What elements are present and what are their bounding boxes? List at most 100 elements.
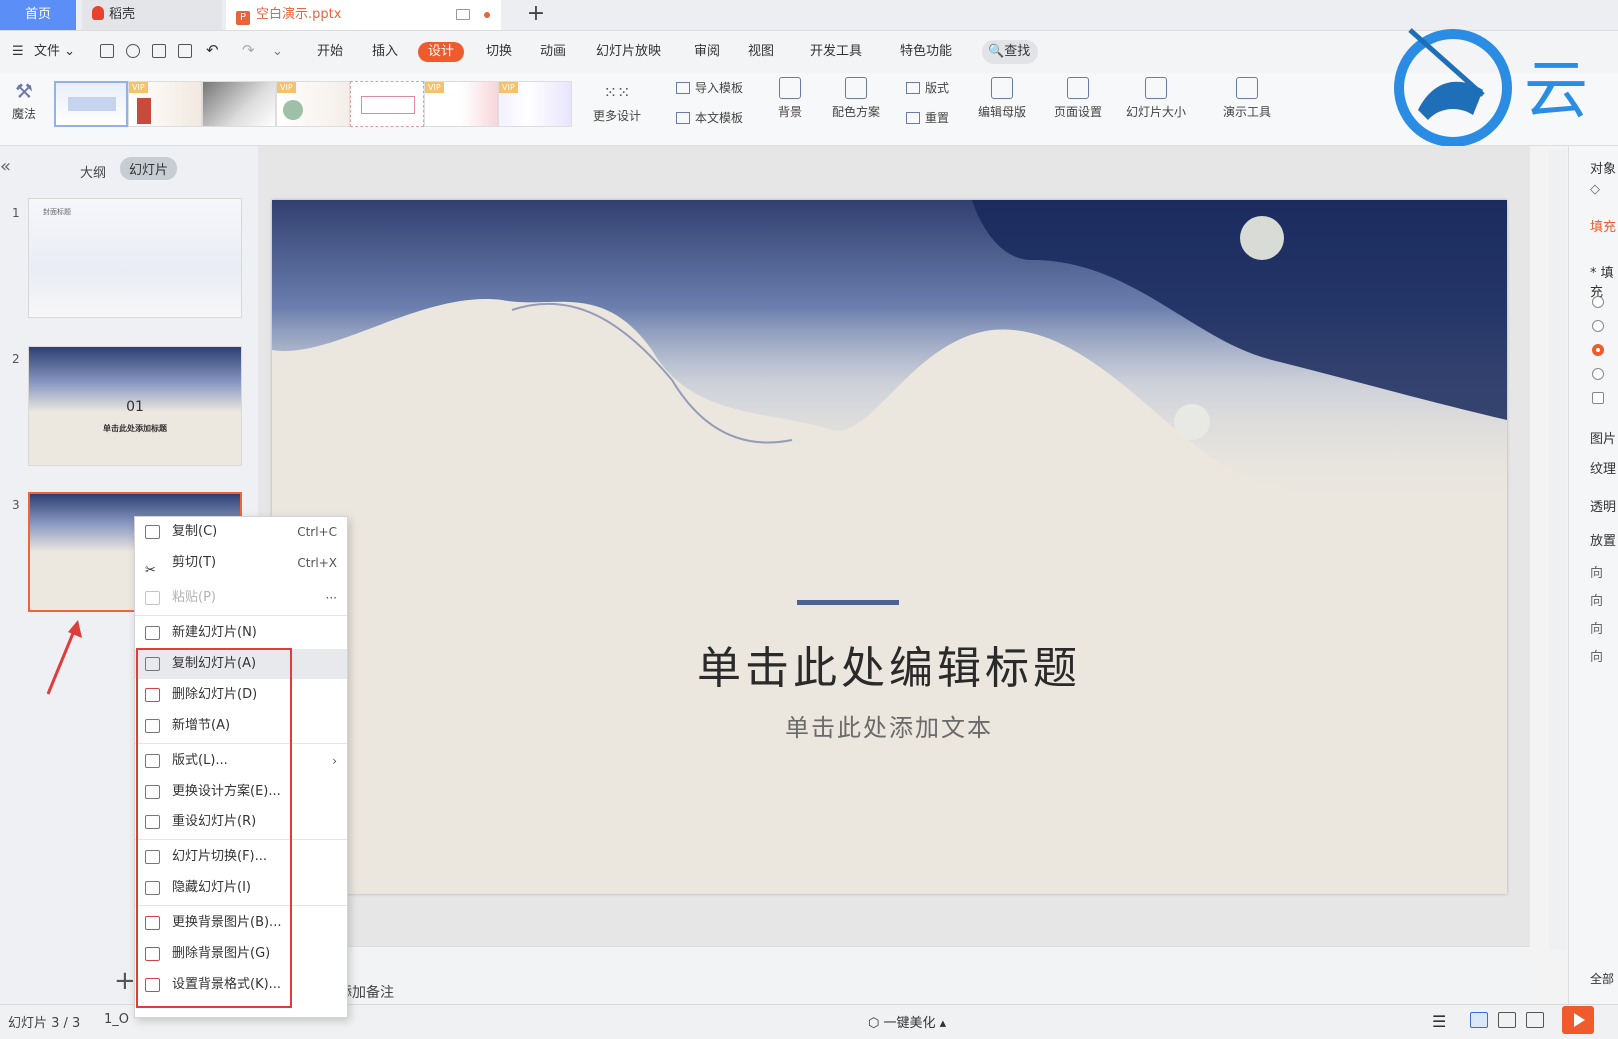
menu-view[interactable]: 视图: [748, 43, 774, 61]
slide-title[interactable]: 单击此处编辑标题: [304, 632, 1474, 696]
customize-chevron-icon[interactable]: ⌄: [272, 43, 283, 61]
menu-file[interactable]: 文件 ⌄: [34, 43, 75, 61]
slide-sorter-icon[interactable]: [1498, 1012, 1516, 1028]
menu-item-new-section[interactable]: 新增节(A): [135, 711, 347, 741]
menu-special[interactable]: 特色功能: [900, 43, 952, 61]
magic-button[interactable]: ⚒ 魔法: [6, 79, 42, 122]
slide-thumbnail-2[interactable]: 01 单击此处添加标题: [28, 346, 242, 466]
notes-toggle-icon[interactable]: ☰: [1432, 1012, 1450, 1031]
menu-developer[interactable]: 开发工具: [810, 43, 862, 61]
this-template-button[interactable]: 本文模板: [676, 109, 743, 127]
menu-item-change-design[interactable]: 更换设计方案(E)...: [135, 777, 347, 807]
menu-item-cut[interactable]: ✂ 剪切(T) Ctrl+X: [135, 548, 347, 578]
reading-view-icon[interactable]: [1526, 1012, 1544, 1028]
tab-daoke[interactable]: 稻壳: [82, 0, 222, 30]
menu-item-new-slide[interactable]: 新建幻灯片(N): [135, 618, 347, 648]
tab-home[interactable]: 首页: [0, 0, 76, 30]
menu-item-slide-transition[interactable]: 幻灯片切换(F)...: [135, 842, 347, 872]
new-tab-button[interactable]: +: [524, 0, 548, 30]
menu-transition[interactable]: 切换: [486, 43, 512, 61]
current-slide[interactable]: 单击此处编辑标题 单击此处添加文本: [272, 200, 1507, 894]
redo-icon[interactable]: ↷: [242, 41, 255, 59]
watermark-logo: 云: [1394, 28, 1588, 147]
fill-radio[interactable]: [1592, 296, 1604, 308]
search-button[interactable]: 🔍查找: [982, 40, 1039, 64]
template-thumbnail[interactable]: VIP: [276, 81, 350, 127]
menu-item-label: 复制幻灯片(A): [172, 656, 257, 671]
menu-review[interactable]: 审阅: [694, 43, 720, 61]
menu-home[interactable]: 开始: [317, 43, 343, 61]
menu-item-change-background-image[interactable]: 更换背景图片(B)...: [135, 908, 347, 938]
tab-outline[interactable]: 大纲: [80, 162, 106, 181]
menu-item-label: 幻灯片切换(F)...: [172, 849, 268, 864]
vip-badge: VIP: [425, 82, 444, 93]
magic-wand-icon: ⚒: [15, 79, 33, 103]
fill-radio[interactable]: [1592, 320, 1604, 332]
menu-item-delete-background-image[interactable]: 删除背景图片(G): [135, 939, 347, 969]
menu-item-format-background[interactable]: 设置背景格式(K)...: [135, 970, 347, 1000]
save-icon[interactable]: [100, 44, 114, 58]
menu-item-layout[interactable]: 版式(L)... ›: [135, 746, 347, 776]
slide-thumbnail-1[interactable]: 封面标题: [28, 198, 242, 318]
fill-checkbox[interactable]: [1592, 392, 1604, 404]
print-icon[interactable]: [152, 44, 166, 58]
import-template-icon: [676, 82, 690, 94]
menu-item-hide-slide[interactable]: 隐藏幻灯片(I): [135, 873, 347, 903]
presentation-tools-icon: [1236, 77, 1258, 99]
collapse-panel-icon[interactable]: «: [0, 156, 18, 177]
fill-radio-selected[interactable]: [1592, 344, 1604, 356]
more-design-button[interactable]: ⁙⁙ 更多设计: [588, 83, 646, 124]
import-template-button[interactable]: 导入模板: [676, 79, 743, 97]
tab-document-label: 空白演示.pptx: [256, 7, 342, 22]
menu-item-copy[interactable]: 复制(C) Ctrl+C: [135, 517, 347, 547]
color-scheme-button[interactable]: 配色方案: [820, 77, 892, 120]
menu-item-reset-slide[interactable]: 重设幻灯片(R): [135, 807, 347, 837]
apply-all-button[interactable]: 全部: [1590, 970, 1614, 987]
logo-text: 云: [1524, 54, 1588, 128]
tab-document[interactable]: P 空白演示.pptx: [226, 0, 501, 30]
add-slide-button[interactable]: +: [114, 966, 136, 996]
canvas-scrollbar[interactable]: [1549, 150, 1567, 950]
template-thumbnail[interactable]: [202, 81, 276, 127]
normal-view-icon[interactable]: [1470, 1012, 1488, 1028]
menu-design[interactable]: 设计: [418, 42, 465, 62]
edit-master-button[interactable]: 编辑母版: [972, 77, 1032, 120]
play-slideshow-button[interactable]: [1562, 1006, 1594, 1034]
background-icon: [779, 77, 801, 99]
template-thumbnail[interactable]: VIP: [424, 81, 498, 127]
menu-item-duplicate-slide[interactable]: 复制幻灯片(A): [135, 649, 347, 679]
tab-slides[interactable]: 幻灯片: [120, 157, 178, 180]
slide-size-button[interactable]: 幻灯片大小: [1116, 77, 1196, 120]
page-setup-icon: [1067, 77, 1089, 99]
template-thumbnail[interactable]: VIP: [128, 81, 202, 127]
layout-button[interactable]: 版式: [906, 79, 949, 97]
monitor-icon[interactable]: [456, 9, 470, 20]
menu-animation[interactable]: 动画: [540, 43, 566, 61]
template-thumbnail[interactable]: VIP: [498, 81, 572, 127]
title-accent-bar: [797, 600, 899, 605]
slide-subtitle[interactable]: 单击此处添加文本: [304, 708, 1474, 743]
menu-item-label: 新增节(A): [172, 718, 231, 733]
template-thumbnail[interactable]: [350, 81, 424, 127]
presentation-tools-button[interactable]: 演示工具: [1212, 77, 1282, 120]
menu-item-delete-slide[interactable]: 删除幻灯片(D): [135, 680, 347, 710]
format-painter-icon[interactable]: [126, 44, 140, 58]
vip-badge: VIP: [129, 82, 148, 93]
undo-icon[interactable]: ↶: [206, 41, 219, 59]
reset-button[interactable]: 重置: [906, 109, 949, 127]
beautify-button[interactable]: ⬡ 一键美化 ▴: [868, 1012, 946, 1031]
fill-radio[interactable]: [1592, 368, 1604, 380]
page-setup-button[interactable]: 页面设置: [1048, 77, 1108, 120]
background-button[interactable]: 背景: [770, 77, 810, 120]
page-setup-label: 页面设置: [1053, 105, 1102, 119]
menu-insert[interactable]: 插入: [372, 43, 398, 61]
print-preview-icon[interactable]: [178, 44, 192, 58]
menu-slideshow[interactable]: 幻灯片放映: [596, 43, 661, 61]
template-thumbnail[interactable]: [54, 81, 128, 127]
placement-label: 放置: [1590, 534, 1617, 549]
tab-fill[interactable]: 填充: [1590, 216, 1616, 235]
ink-background-image: [272, 200, 1507, 894]
hamburger-icon[interactable]: ☰: [12, 43, 24, 61]
slide-count: 幻灯片 3 / 3: [8, 1016, 81, 1031]
format-background-icon: [145, 978, 160, 992]
